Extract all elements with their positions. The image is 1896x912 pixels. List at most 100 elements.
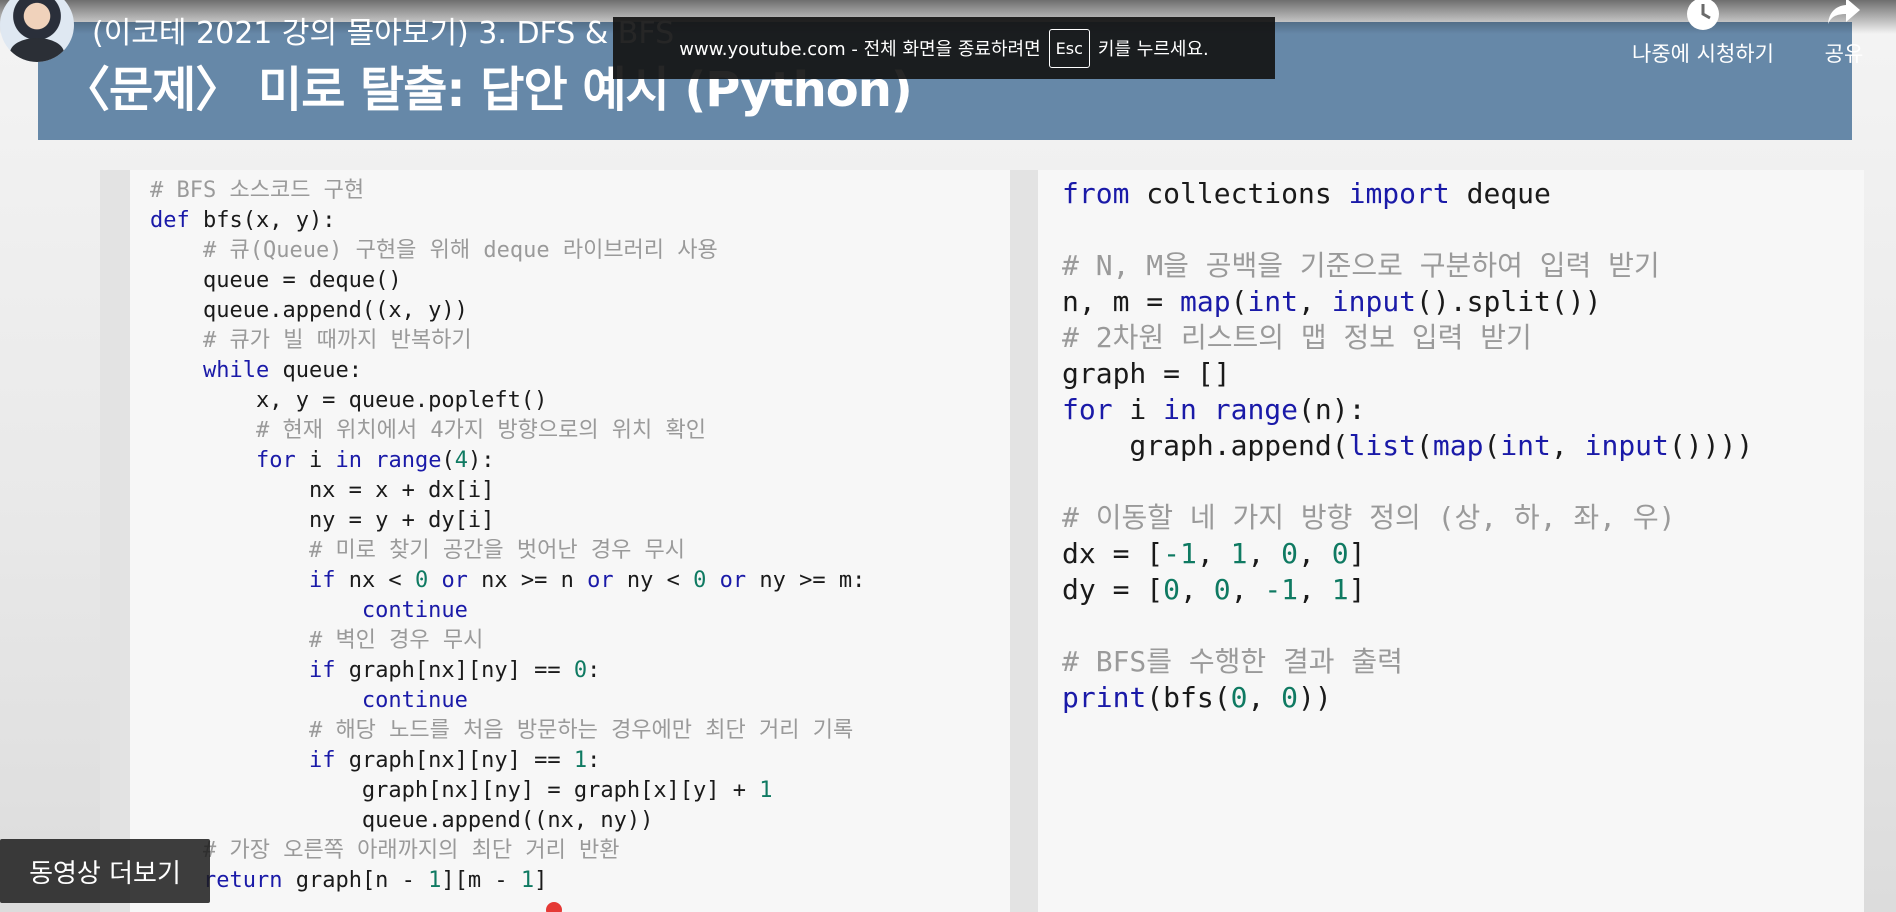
code-keyword: or (441, 568, 468, 593)
code-line: graph.append(list(map(int, input()))) (1062, 428, 1753, 464)
code-text: ] (1348, 573, 1366, 606)
code-line: continue (150, 596, 865, 626)
share-arrow-icon (1828, 0, 1860, 24)
code-keyword: if (308, 568, 336, 593)
code-keyword: int (1500, 429, 1551, 462)
code-keyword: continue (361, 598, 468, 623)
code-line: def bfs(x, y): (150, 206, 865, 236)
code-text: ( (441, 448, 455, 473)
code-line: ny = y + dy[i] (150, 506, 865, 536)
code-number: 0 (1163, 573, 1181, 606)
code-text: collections (1129, 177, 1349, 210)
code-number: 0 (693, 568, 707, 593)
code-keyword: import (1348, 177, 1450, 210)
code-text: , (1247, 681, 1282, 714)
code-keyword: input (1584, 429, 1669, 462)
code-keyword: if (308, 658, 336, 683)
code-text: graph.append( (1062, 429, 1349, 462)
code-line: dx = [-1, 1, 0, 0] (1062, 536, 1753, 572)
share-button[interactable]: 공유 (1816, 0, 1872, 68)
code-comment: # 미로 찾기 공간을 벗어난 경우 무시 (308, 538, 686, 563)
code-text: , (1550, 429, 1585, 462)
code-text: , (1230, 573, 1265, 606)
progress-scrubber-handle[interactable] (546, 902, 562, 912)
code-comment: # 이동할 네 가지 방향 정의 (상, 하, 좌, 우) (1062, 501, 1676, 534)
code-text: ( (1230, 285, 1248, 318)
code-line: # BFS 소스코드 구현 (150, 176, 865, 206)
code-text: graph[nx][ny] == (335, 748, 574, 773)
code-text: , (1180, 573, 1214, 606)
code-comment: # BFS 소스코드 구현 (150, 178, 365, 203)
fullscreen-notice-suffix: 키를 누르세요. (1097, 39, 1209, 60)
code-keyword: print (1062, 681, 1147, 714)
code-keyword: list (1348, 429, 1417, 462)
code-keyword: in (335, 448, 362, 473)
code-number: 1 (520, 868, 535, 893)
video-title[interactable]: (이코테 2021 강의 몰아보기) 3. DFS & BFS (92, 8, 674, 52)
code-number: 1 (428, 868, 442, 893)
code-keyword: range (375, 448, 442, 473)
code-line: print(bfs(0, 0)) (1062, 680, 1753, 716)
code-text: x, y = queue.popleft() (150, 388, 548, 413)
code-number: 0 (1331, 537, 1349, 570)
code-keyword: from (1062, 177, 1130, 210)
code-text: )) (1298, 681, 1332, 714)
code-text: bfs(x, y): (189, 208, 336, 233)
code-line: from collections import deque (1062, 176, 1753, 212)
code-text: n, m = (1062, 285, 1181, 318)
code-text: ny >= m: (746, 568, 866, 593)
code-line: # 큐가 빌 때까지 반복하기 (150, 326, 865, 356)
code-comment: # 2차원 리스트의 맵 정보 입력 받기 (1062, 321, 1532, 354)
more-videos-button[interactable]: 동영상 더보기 (0, 839, 210, 903)
code-text: ] (1348, 537, 1366, 570)
video-frame[interactable]: 〈문제〉 미로 탈출: 답안 예시 (Python) # BFS 소스코드 구현… (0, 0, 1896, 912)
code-text: queue: (269, 358, 362, 383)
code-text: (bfs( (1146, 681, 1231, 714)
fullscreen-notice-prefix: www.youtube.com - 전체 화면을 종료하려면 (679, 39, 1041, 60)
code-comment: # 큐가 빌 때까지 반복하기 (202, 328, 472, 353)
code-line: nx = x + dx[i] (150, 476, 865, 506)
code-keyword: int (1247, 285, 1299, 318)
code-line: graph[nx][ny] = graph[x][y] + 1 (150, 776, 865, 806)
code-line: dy = [0, 0, -1, 1] (1062, 572, 1753, 608)
code-text: ny = y + dy[i] (150, 508, 495, 533)
code-text: queue.append((nx, ny)) (150, 808, 654, 833)
code-text: dy = [ (1062, 573, 1164, 606)
code-text: ny < (613, 568, 694, 593)
share-label: 공유 (1824, 42, 1864, 66)
code-line: if graph[nx][ny] == 0: (150, 656, 865, 686)
code-line: # 가장 오른쪽 아래까지의 최단 거리 반환 (150, 836, 865, 866)
code-line: continue (150, 686, 865, 716)
code-line: x, y = queue.popleft() (150, 386, 865, 416)
code-number: 0 (573, 658, 588, 683)
code-comment: # 현재 위치에서 4가지 방향으로의 위치 확인 (255, 418, 707, 443)
code-text: ( (1483, 429, 1501, 462)
code-text: queue.append((x, y)) (150, 298, 468, 323)
code-keyword: range (1213, 393, 1299, 426)
code-line: for i in range(n): (1062, 392, 1753, 428)
channel-avatar[interactable] (0, 0, 74, 62)
code-text: : (587, 748, 601, 773)
code-block-main: from collections import deque # N, M을 공백… (1062, 176, 1753, 716)
clock-icon (1687, 0, 1719, 30)
code-line: # BFS를 수행한 결과 출력 (1062, 644, 1753, 680)
code-number: -1 (1264, 573, 1299, 606)
code-text: , (1298, 537, 1332, 570)
code-comment: # 큐(Queue) 구현을 위해 deque 라이브러리 사용 (202, 238, 718, 263)
code-text: dx = [ (1062, 537, 1164, 570)
code-line: n, m = map(int, input().split()) (1062, 284, 1753, 320)
code-keyword: return (202, 868, 283, 893)
watch-later-button[interactable]: 나중에 시청하기 (1618, 0, 1788, 68)
code-text: , (1196, 537, 1231, 570)
code-text: , (1298, 285, 1332, 318)
code-text: , (1247, 537, 1282, 570)
code-line: queue = deque() (150, 266, 865, 296)
code-text: (n): (1298, 393, 1366, 426)
